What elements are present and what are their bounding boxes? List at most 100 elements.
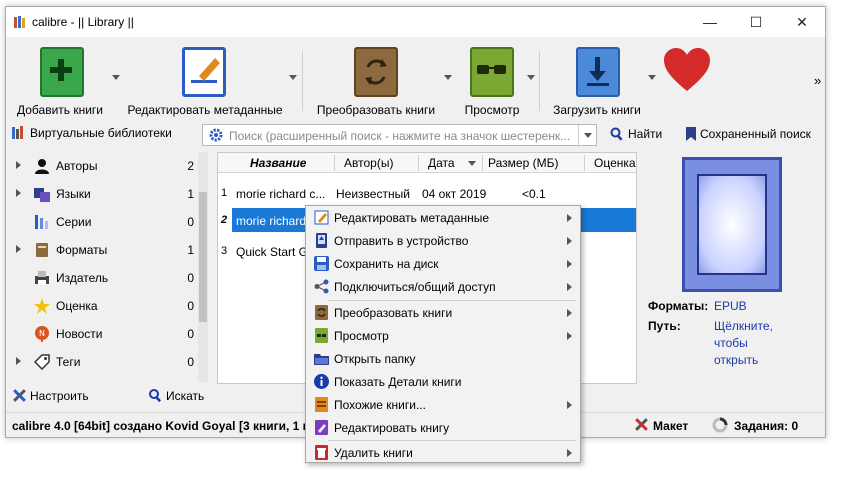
menu-item-open-folder[interactable]: Открыть папку <box>308 348 578 370</box>
menu-item-view[interactable]: Просмотр <box>308 325 578 347</box>
toolbar-separator <box>302 51 303 111</box>
edit-metadata-icon <box>182 47 226 97</box>
cover-frame <box>697 174 767 275</box>
category-count: 0 <box>187 299 194 313</box>
menu-item-show-details[interactable]: Показать Детали книги <box>308 371 578 393</box>
tag-browser-scrollbar[interactable] <box>198 152 208 382</box>
category-rating[interactable]: Оценка 0 <box>8 292 198 320</box>
delete-books-icon <box>315 445 328 460</box>
tools-icon <box>13 389 26 402</box>
column-rating-header[interactable]: Оценка <box>594 156 636 170</box>
cell-size[interactable]: <0.1 <box>522 187 546 201</box>
gear-icon[interactable] <box>209 128 223 142</box>
view-dropdown-arrow[interactable] <box>527 75 535 80</box>
column-size-header[interactable]: Размер (МБ) <box>488 156 558 170</box>
expand-arrow-icon[interactable] <box>16 189 21 197</box>
category-count: 1 <box>187 187 194 201</box>
column-date-header[interactable]: Дата <box>428 156 455 170</box>
search-icon <box>149 389 162 403</box>
menu-item-edit-book[interactable]: Редактировать книгу <box>308 417 578 439</box>
category-tags[interactable]: Теги 0 <box>8 348 198 376</box>
cell-title[interactable]: morie richard <box>236 214 306 228</box>
menu-item-save-to-disk[interactable]: Сохранить на диск <box>308 253 578 275</box>
formats-link[interactable]: EPUB <box>714 299 747 313</box>
category-series[interactable]: Серии 0 <box>8 208 198 236</box>
category-count: 2 <box>187 159 194 173</box>
cell-title[interactable]: Quick Start Gu <box>236 245 312 259</box>
add-books-dropdown-arrow[interactable] <box>112 75 120 80</box>
add-book-icon <box>40 47 84 97</box>
menu-label: Удалить книги <box>334 446 413 460</box>
category-news[interactable]: N Новости 0 <box>8 320 198 348</box>
column-author-header[interactable]: Автор(ы) <box>344 156 393 170</box>
menu-item-similar-books[interactable]: Похожие книги... <box>308 394 578 416</box>
category-label: Серии <box>56 215 92 229</box>
category-count: 0 <box>187 327 194 341</box>
scrollbar-thumb[interactable] <box>199 192 207 322</box>
cell-author[interactable]: Неизвестный <box>336 187 410 201</box>
path-link-line-3[interactable]: открыть <box>714 353 758 367</box>
formats-icon <box>36 243 48 257</box>
category-languages[interactable]: Языки 1 <box>8 180 198 208</box>
category-formats[interactable]: Форматы 1 <box>8 236 198 264</box>
path-link-line-2[interactable]: чтобы <box>714 336 748 350</box>
spinner-icon <box>712 417 728 433</box>
save-disk-icon <box>314 256 329 271</box>
row-number: 2 <box>221 214 228 226</box>
edit-metadata-button[interactable]: Редактировать метаданные <box>126 37 284 119</box>
path-link-line-1[interactable]: Щёлкните, <box>714 319 773 333</box>
book-cover-image[interactable] <box>682 157 782 292</box>
menu-item-delete-books[interactable]: Удалить книги <box>308 442 578 464</box>
donate-heart-icon[interactable] <box>662 47 712 93</box>
title-bar: calibre - || Library || — ☐ ✕ <box>6 7 825 37</box>
menu-label: Показать Детали книги <box>334 375 462 389</box>
convert-book-icon <box>354 47 398 97</box>
table-row[interactable]: 1 morie richard c... Неизвестный 04 окт … <box>218 181 636 205</box>
cell-title[interactable]: morie richard c... <box>236 187 334 201</box>
star-icon <box>34 298 50 314</box>
window-title: calibre - || Library || <box>32 15 134 29</box>
cell-date[interactable]: 04 окт 2019 <box>422 187 486 201</box>
configure-label: Настроить <box>30 389 89 403</box>
edit-metadata-dropdown-arrow[interactable] <box>289 75 297 80</box>
menu-item-send-to-device[interactable]: Отправить в устройство <box>308 230 578 252</box>
get-books-dropdown-arrow[interactable] <box>648 75 656 80</box>
close-button[interactable]: ✕ <box>779 7 825 37</box>
view-button[interactable]: Просмотр <box>454 37 530 119</box>
convert-books-button[interactable]: Преобразовать книги <box>308 37 444 119</box>
menu-item-edit-metadata[interactable]: Редактировать метаданные <box>308 207 578 229</box>
expand-arrow-icon[interactable] <box>16 161 21 169</box>
svg-text:N: N <box>39 329 45 338</box>
menu-label: Просмотр <box>334 329 389 343</box>
search-history-dropdown[interactable] <box>578 125 596 145</box>
view-label: Просмотр <box>464 103 520 117</box>
edit-metadata-label: Редактировать метаданные <box>127 103 283 117</box>
convert-dropdown-arrow[interactable] <box>444 75 452 80</box>
connect-share-icon <box>314 279 329 294</box>
expand-arrow-icon[interactable] <box>16 245 21 253</box>
series-icon <box>35 215 48 229</box>
expand-arrow-icon[interactable] <box>16 357 21 365</box>
add-books-button[interactable]: Добавить книги <box>8 37 112 119</box>
search-input[interactable]: Поиск (расширенный поиск - нажмите на зн… <box>202 124 597 146</box>
get-books-button[interactable]: Загрузить книги <box>544 37 650 119</box>
minimize-button[interactable]: — <box>687 7 733 37</box>
find-in-tags-label: Искать <box>166 389 205 403</box>
menu-label: Отправить в устройство <box>334 234 469 248</box>
add-books-label: Добавить книги <box>16 103 104 117</box>
virtual-libraries-label: Виртуальные библиотеки <box>30 126 172 140</box>
menu-item-connect-share[interactable]: Подключиться/общий доступ <box>308 276 578 298</box>
category-authors[interactable]: Авторы 2 <box>8 152 198 180</box>
menu-label: Преобразовать книги <box>334 306 453 320</box>
category-label: Форматы <box>56 243 108 257</box>
column-title-header[interactable]: Название <box>250 156 306 170</box>
category-count: 0 <box>187 215 194 229</box>
menu-separator <box>328 440 576 441</box>
path-label: Путь: <box>648 319 681 333</box>
category-publisher[interactable]: Издатель 0 <box>8 264 198 292</box>
toolbar-overflow-button[interactable]: » <box>814 73 821 88</box>
maximize-button[interactable]: ☐ <box>733 7 779 37</box>
menu-item-convert-books[interactable]: Преобразовать книги <box>308 302 578 324</box>
convert-book-icon <box>315 305 328 320</box>
edit-metadata-icon <box>314 210 329 225</box>
